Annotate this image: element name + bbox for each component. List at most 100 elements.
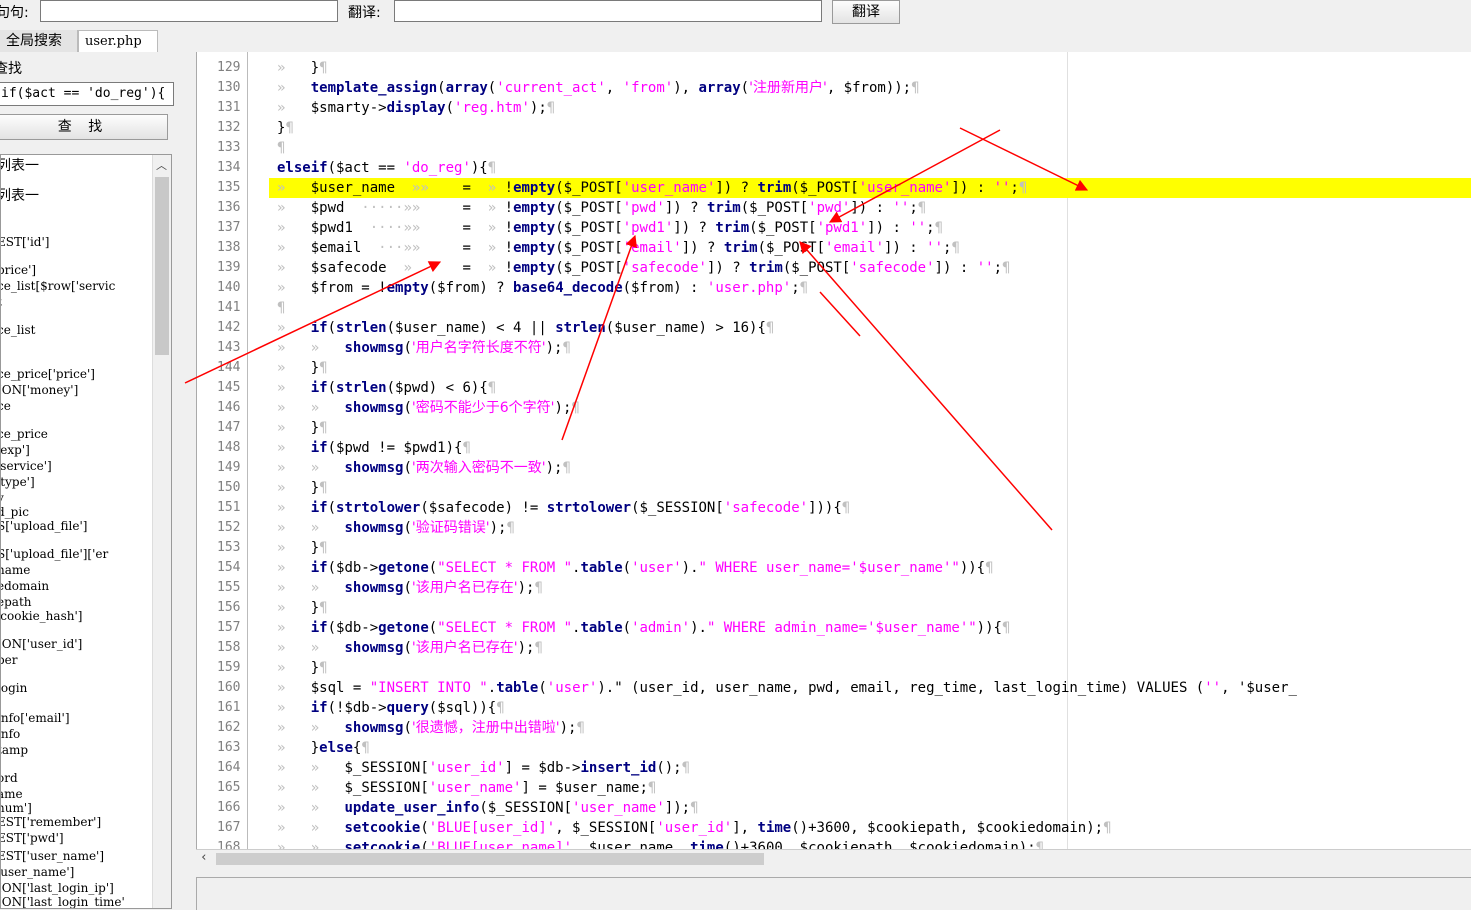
code-line[interactable]: » » showmsg('很遗憾，注册中出错啦');¶	[277, 718, 585, 738]
editor-horizontal-scrollbar[interactable]: ‹	[196, 849, 1471, 868]
list-item[interactable]: ION['money']	[1, 383, 78, 397]
find-input[interactable]: if($act == 'do_reg'){	[0, 82, 174, 106]
code-line[interactable]: » » update_user_info($_SESSION['user_nam…	[277, 798, 699, 818]
list-item[interactable]: EST['pwd']	[1, 831, 64, 845]
list-item[interactable]: 列表一	[1, 159, 39, 173]
list-item[interactable]: y	[1, 491, 4, 505]
code-line[interactable]: » » $_SESSION['user_name'] = $user_name;…	[277, 778, 656, 798]
list-item[interactable]: ord	[1, 771, 18, 785]
list-item[interactable]: 列表一	[1, 189, 39, 203]
code-line[interactable]: » » showmsg('两次输入密码不一致');¶	[277, 458, 571, 478]
sentence-input[interactable]	[40, 0, 338, 22]
list-item[interactable]: login	[1, 681, 27, 695]
list-item[interactable]: EST['remember']	[1, 815, 101, 829]
code-line[interactable]: » $pwd1 ····»» = » !empty($_POST['pwd1']…	[277, 218, 943, 238]
code-line[interactable]: » if($pwd != $pwd1){¶	[277, 438, 471, 458]
tab-user-php[interactable]: user.php	[78, 30, 158, 52]
list-item[interactable]: price']	[1, 263, 36, 277]
tab-global-search[interactable]: 全局搜索	[0, 30, 78, 52]
code-line[interactable]: » template_assign(array('current_act', '…	[277, 78, 920, 98]
h-scroll-thumb[interactable]	[216, 853, 764, 865]
code-line[interactable]: » }¶	[277, 658, 328, 678]
code-line[interactable]: » » showmsg('该用户名已存在');¶	[277, 578, 543, 598]
code-line[interactable]: » $email ···»» = » !empty($_POST['email'…	[277, 238, 960, 258]
code-line[interactable]: » $sql = "INSERT INTO ".table('user')." …	[277, 678, 1297, 698]
code-line[interactable]: » $safecode » = » !empty($_POST['safecod…	[277, 258, 1010, 278]
code-line[interactable]: » » setcookie('BLUE[user_id]', $_SESSION…	[277, 818, 1112, 838]
code-line[interactable]: » if($db->getone("SELECT * FROM ".table(…	[277, 558, 994, 578]
list-item[interactable]: per	[1, 653, 18, 667]
list-item[interactable]: S['upload_file']	[1, 519, 87, 533]
code-line[interactable]: » }else{¶	[277, 738, 370, 758]
line-number: 145	[217, 380, 241, 395]
list-item[interactable]: t	[1, 295, 2, 309]
chevron-up-icon[interactable]: ︿	[156, 157, 167, 173]
list-item[interactable]: ce_price['price']	[1, 367, 95, 381]
code-line[interactable]: » » $_SESSION['user_id'] = $db->insert_i…	[277, 758, 690, 778]
list-item[interactable]: EST['user_name']	[1, 849, 104, 863]
code-line[interactable]: » }¶	[277, 538, 328, 558]
code-line[interactable]: » }¶	[277, 358, 328, 378]
list-item[interactable]: ce	[1, 399, 11, 413]
list-item[interactable]: ce_price	[1, 427, 48, 441]
code-line[interactable]: » if(!$db->query($sql)){¶	[277, 698, 505, 718]
list-item[interactable]: ame	[1, 787, 23, 801]
list-item[interactable]: ION['user_id']	[1, 637, 82, 651]
code-line[interactable]: » » setcookie('BLUE[user_name]', $user_n…	[277, 838, 1044, 849]
line-number: 133	[217, 140, 241, 155]
code-line[interactable]: » $user_name »» = » !empty($_POST['user_…	[277, 178, 1027, 198]
code-line[interactable]: » if(strlen($user_name) < 4 || strlen($u…	[277, 318, 774, 338]
list-item[interactable]: tamp	[1, 743, 28, 757]
code-line[interactable]: » » showmsg('验证码错误');¶	[277, 518, 515, 538]
list-item[interactable]: name	[1, 563, 30, 577]
list-item[interactable]: 'cookie_hash']	[1, 609, 82, 623]
code-line[interactable]: ¶	[277, 298, 285, 318]
code-line[interactable]: » if(strlen($pwd) < 6){¶	[277, 378, 496, 398]
list-item[interactable]: num']	[1, 801, 32, 815]
list-item[interactable]: d_pic	[1, 505, 29, 519]
code-line[interactable]: » $from = !empty($from) ? base64_decode(…	[277, 278, 808, 298]
translate-label: 翻译:	[348, 5, 381, 21]
code-editor[interactable]: 129 130 131 132 133 134 135 136 137 138 139 140 141 1…	[196, 52, 1471, 849]
list-item[interactable]: edomain	[1, 579, 49, 593]
list-item[interactable]: 'user_name']	[1, 865, 74, 879]
list-item[interactable]: ce_list[$row['servic	[1, 279, 115, 293]
list-item[interactable]: info	[1, 727, 20, 741]
symbol-list[interactable]: 列表一 列表一 EST['id'] price'] ce_list[$row['serv…	[0, 154, 172, 909]
translate-button[interactable]: 翻译	[832, 0, 900, 24]
list-scroll-thumb[interactable]	[155, 177, 169, 355]
line-number: 139	[217, 260, 241, 275]
code-line[interactable]: ¶	[277, 138, 285, 158]
translate-input[interactable]	[394, 0, 822, 22]
list-item[interactable]: ION['last_login_time'	[1, 895, 125, 908]
list-item[interactable]: S['upload_file']['er	[1, 547, 108, 561]
code-line[interactable]: » }¶	[277, 58, 328, 78]
line-number: 149	[217, 460, 241, 475]
find-button[interactable]: 查 找	[0, 114, 168, 140]
code-line[interactable]: elseif($act == 'do_reg'){¶	[277, 158, 496, 178]
code-line[interactable]: » » showmsg('该用户名已存在');¶	[277, 638, 543, 658]
list-item[interactable]: epath	[1, 595, 32, 609]
chevron-left-icon[interactable]: ‹	[200, 850, 208, 865]
code-line[interactable]: » }¶	[277, 418, 328, 438]
code-line[interactable]: » }¶	[277, 478, 328, 498]
list-scrollbar[interactable]: ︿	[152, 155, 171, 908]
code-line[interactable]: » » showmsg('用户名字符长度不符');¶	[277, 338, 571, 358]
code-line[interactable]: }¶	[277, 118, 294, 138]
list-item[interactable]: EST['id']	[1, 235, 49, 249]
list-item[interactable]: 'exp']	[1, 443, 30, 457]
list-item[interactable]: ce_list	[1, 323, 35, 337]
find-title: 查找	[0, 61, 22, 77]
code-line[interactable]: » $pwd ·····»» = » !empty($_POST['pwd'])…	[277, 198, 926, 218]
list-item[interactable]: info['email']	[1, 711, 70, 725]
line-number: 132	[217, 120, 241, 135]
code-line[interactable]: » }¶	[277, 598, 328, 618]
code-line[interactable]: » if(strtolower($safecode) != strtolower…	[277, 498, 850, 518]
code-line[interactable]: » $smarty->display('reg.htm');¶	[277, 98, 555, 118]
top-toolbar: 句句: 翻译: 翻译	[0, 0, 1471, 28]
code-line[interactable]: » if($db->getone("SELECT * FROM ".table(…	[277, 618, 1010, 638]
list-item[interactable]: 'service']	[1, 459, 52, 473]
code-line[interactable]: » » showmsg('密码不能少于6个字符');¶	[277, 398, 580, 418]
list-item[interactable]: 'type']	[1, 475, 35, 489]
list-item[interactable]: ION['last_login_ip']	[1, 881, 114, 895]
